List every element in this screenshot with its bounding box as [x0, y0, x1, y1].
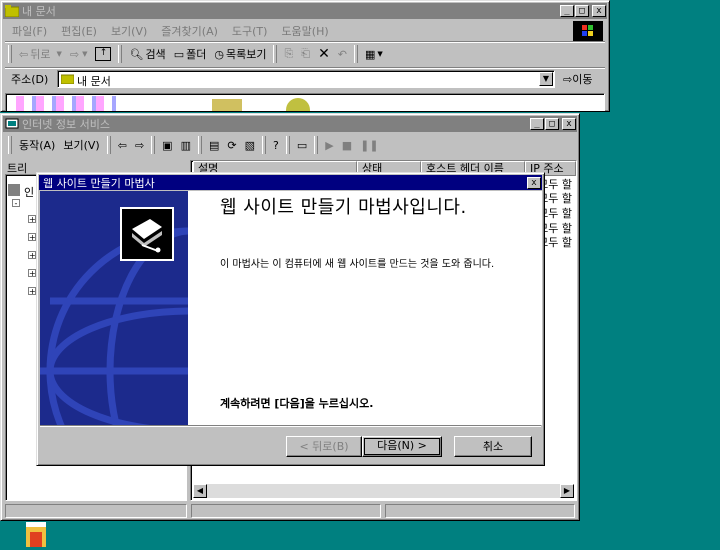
properties-icon[interactable]: ▤ [205, 135, 223, 155]
standard-toolbar: ⇦ 뒤로 ▼ ⇨ ▼ ↑ 🔍︎ 검색 ▭ 폴더 ◷ 목록보기 ⎘ ⎗ ✕ ↶ ▦… [5, 44, 387, 64]
cancel-button[interactable]: 취소 [454, 436, 532, 457]
website-wizard-dialog: 웹 사이트 만들기 마법사 x 웹 사이트 만들기 마법사입니다. 이 마법사는… [36, 172, 545, 466]
tree-expand-toggle[interactable]: + [28, 251, 36, 260]
maximize-button[interactable]: □ [545, 118, 559, 130]
up-level-icon[interactable]: ▣ [158, 135, 176, 155]
menu-edit[interactable]: 편집(E) [54, 23, 104, 39]
address-bar[interactable]: 내 문서 ▼ [57, 70, 555, 88]
minimize-button[interactable]: _ [560, 5, 574, 17]
menu-favorites[interactable]: 즐겨찾기(A) [154, 23, 225, 39]
copy-to-button[interactable]: ⎗ [297, 44, 314, 64]
status-bar [5, 504, 575, 518]
wizard-description: 이 마법사는 이 컴퓨터에 새 웹 사이트를 만드는 것을 도와 줍니다. [220, 259, 495, 270]
menu-view[interactable]: 보기(V) [104, 23, 154, 39]
folders-button[interactable]: ▭ 폴더 [170, 44, 211, 64]
go-button[interactable]: ⇨이동 [563, 71, 592, 87]
address-dropdown-button[interactable]: ▼ [539, 72, 553, 86]
tree-expand-toggle[interactable]: + [28, 215, 36, 224]
pause-icon[interactable]: ❚❚ [356, 135, 382, 155]
address-value: 내 문서 [77, 75, 111, 88]
windows-logo [573, 21, 603, 41]
history-button[interactable]: ◷ 목록보기 [210, 44, 270, 64]
server-icon [8, 184, 20, 196]
wizard-content: 웹 사이트 만들기 마법사입니다. 이 마법사는 이 컴퓨터에 새 웹 사이트를… [188, 191, 542, 425]
wizard-titlebar[interactable]: 웹 사이트 만들기 마법사 x [39, 175, 542, 190]
menu-file[interactable]: 파일(F) [5, 23, 54, 39]
tree-expand-toggle[interactable]: + [28, 233, 36, 242]
iis-app-icon [5, 117, 19, 131]
menu-view[interactable]: 보기(V) [59, 135, 103, 155]
menu-tools[interactable]: 도구(T) [225, 23, 275, 39]
back-arrow-icon: ⇦ [19, 47, 29, 61]
minimize-button[interactable]: _ [530, 118, 544, 130]
horizontal-scrollbar[interactable]: ◀ ▶ [193, 484, 574, 498]
close-button[interactable]: x [592, 5, 606, 17]
views-button[interactable]: ▦ ▼ [361, 44, 387, 64]
folder-icon [5, 4, 19, 18]
iis-titlebar[interactable]: 인터넷 정보 서비스 _ □ x [3, 116, 577, 132]
computer-icon[interactable]: ▭ [293, 135, 311, 155]
iis-toolbar: 동작(A) 보기(V) ⇦ ⇨ ▣ ▥ ▤ ⟳ ▧ ? ▭ ▶ ■ ❚❚ [5, 135, 383, 155]
back-button[interactable]: ⇦ 뒤로 ▼ [15, 44, 66, 64]
scroll-left-button[interactable]: ◀ [193, 484, 207, 498]
chevron-down-icon: ▼ [56, 50, 62, 58]
maximize-button[interactable]: □ [575, 5, 589, 17]
menu-help[interactable]: 도움말(H) [274, 23, 335, 39]
search-icon: 🔍︎ [129, 47, 144, 61]
folder-icon [212, 99, 242, 111]
wizard-banner [40, 191, 188, 425]
forward-arrow-icon[interactable]: ⇨ [131, 135, 148, 155]
tree-expand-toggle[interactable]: + [28, 287, 36, 296]
tree-root-label: 인 [24, 186, 35, 199]
globe-icon [286, 98, 310, 111]
refresh-icon[interactable]: ⟳ [223, 135, 240, 155]
file-list-area[interactable] [5, 93, 605, 111]
wizard-book-icon [120, 207, 174, 261]
delete-icon[interactable]: ✕ [314, 44, 334, 64]
history-icon: ◷ [214, 47, 224, 61]
folders-icon: ▭ [173, 47, 185, 61]
show-tree-icon[interactable]: ▥ [177, 135, 195, 155]
menu-action[interactable]: 동작(A) [15, 135, 59, 155]
back-button[interactable]: < 뒤로(B) [286, 436, 362, 457]
back-arrow-icon[interactable]: ⇦ [114, 135, 131, 155]
wizard-title: 웹 사이트 만들기 마법사 [43, 176, 155, 190]
close-button[interactable]: x [527, 176, 541, 189]
menu-bar: 파일(F) 편집(E) 보기(V) 즐겨찾기(A) 도구(T) 도움말(H) [5, 23, 605, 39]
my-documents-window: 내 문서 _ □ x 파일(F) 편집(E) 보기(V) 즐겨찾기(A) 도구(… [0, 0, 610, 112]
move-to-button[interactable]: ⎘ [280, 44, 297, 64]
close-button[interactable]: x [562, 118, 576, 130]
window-title: 인터넷 정보 서비스 [22, 118, 110, 131]
wizard-continue-text: 계속하려면 [다음]을 누르십시오. [220, 397, 374, 410]
desktop-icon[interactable] [20, 522, 52, 547]
window-title: 내 문서 [22, 5, 56, 18]
my-documents-titlebar[interactable]: 내 문서 _ □ x [3, 3, 607, 19]
export-list-icon[interactable]: ▧ [241, 135, 259, 155]
up-folder-icon: ↑ [95, 47, 112, 61]
tree-expand-toggle[interactable]: - [12, 199, 20, 208]
forward-button[interactable]: ⇨ ▼ [66, 44, 92, 64]
help-icon[interactable]: ? [269, 135, 283, 155]
play-icon[interactable]: ▶ [321, 135, 337, 155]
next-button[interactable]: 다음(N) > [362, 436, 442, 457]
address-label: 주소(D) [11, 73, 49, 86]
search-button[interactable]: 🔍︎ 검색 [125, 44, 169, 64]
folder-icon [60, 73, 75, 87]
wizard-heading: 웹 사이트 만들기 마법사입니다. [220, 197, 467, 218]
file-icon-partial [16, 96, 116, 111]
undo-button[interactable]: ↶ [334, 44, 351, 64]
go-arrow-icon: ⇨ [563, 73, 573, 86]
tree-expand-toggle[interactable]: + [28, 269, 36, 278]
up-folder-button[interactable]: ↑ [91, 44, 115, 64]
stop-icon[interactable]: ■ [338, 135, 356, 155]
scroll-right-button[interactable]: ▶ [560, 484, 574, 498]
